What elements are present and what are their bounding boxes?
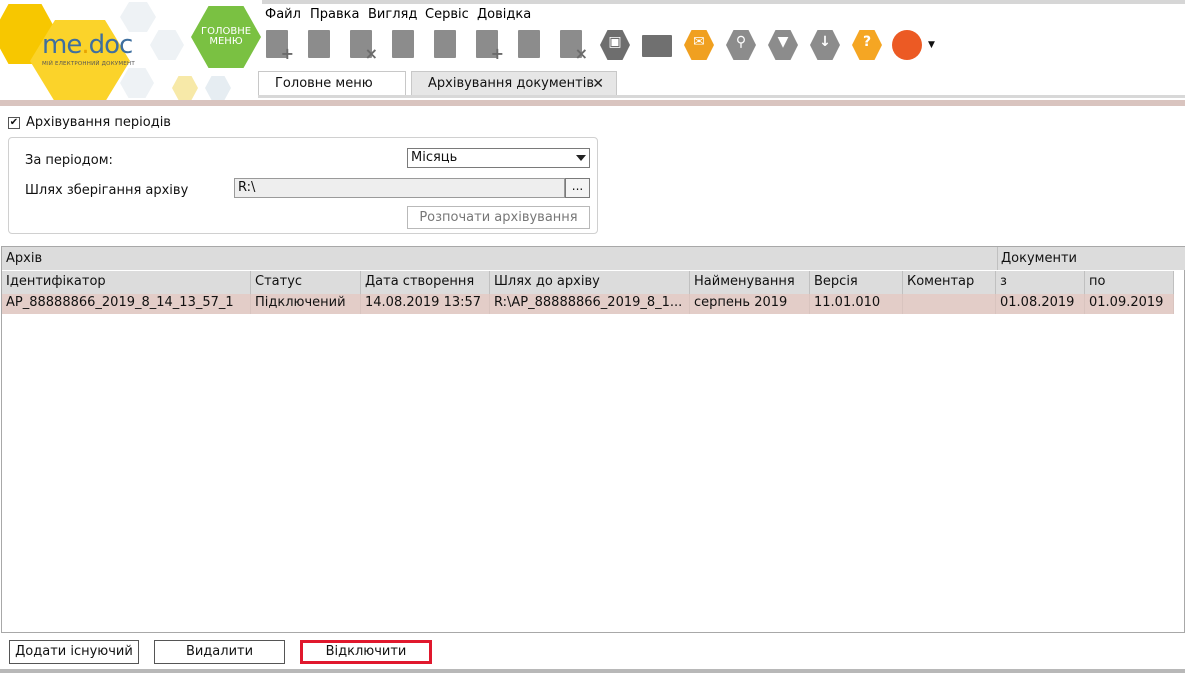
logo-me-text: me: [42, 30, 82, 60]
open-document-icon[interactable]: [304, 27, 338, 63]
delete-button[interactable]: Видалити: [154, 640, 285, 664]
cell-from[interactable]: 01.08.2019: [996, 294, 1085, 314]
menu-service[interactable]: Сервіс: [425, 7, 469, 22]
filter-icon[interactable]: ▼: [766, 27, 800, 63]
logo-hex-decor: [120, 2, 156, 32]
archive-periods-label: Архівування періодів: [26, 115, 171, 130]
menu-file[interactable]: Файл: [265, 7, 301, 22]
delete-document-icon[interactable]: ×: [346, 27, 380, 63]
add-existing-button[interactable]: Додати існуючий: [9, 640, 139, 664]
cell-id[interactable]: AP_88888866_2019_8_14_13_57_1: [2, 294, 251, 314]
column-header-path[interactable]: Шлях до архіву: [490, 271, 690, 294]
cell-created[interactable]: 14.08.2019 13:57: [361, 294, 490, 314]
cell-to[interactable]: 01.09.2019: [1085, 294, 1174, 314]
cell-version[interactable]: 11.01.010: [810, 294, 903, 314]
cell-name[interactable]: серпень 2019: [690, 294, 810, 314]
column-header-from[interactable]: з: [996, 271, 1085, 294]
browse-path-button[interactable]: ...: [565, 178, 590, 198]
cell-path[interactable]: R:\AP_88888866_2019_8_1...: [490, 294, 690, 314]
menubar-strip: [262, 0, 1185, 4]
archive-path-field[interactable]: R:\: [234, 178, 565, 198]
logo-hex-decor: [120, 68, 154, 98]
tab-main-menu[interactable]: Головне меню: [258, 71, 406, 96]
help-icon[interactable]: ?: [850, 27, 884, 63]
period-label: За періодом:: [25, 153, 113, 168]
chat-icon[interactable]: [890, 27, 924, 63]
menu-help[interactable]: Довідка: [477, 7, 531, 22]
new-document-icon[interactable]: +: [262, 27, 296, 63]
column-header-name[interactable]: Найменування: [690, 271, 810, 294]
chevron-down-icon[interactable]: [576, 155, 586, 161]
archive-periods-checkbox[interactable]: ✔: [8, 117, 20, 129]
column-header-status[interactable]: Статус: [251, 271, 361, 294]
column-header-comment[interactable]: Коментар: [903, 271, 996, 294]
bottom-divider: [0, 669, 1185, 673]
menu-view[interactable]: Вигляд: [368, 7, 417, 22]
logo-doc-text: doc: [88, 30, 134, 60]
edit-document-icon[interactable]: [430, 27, 464, 63]
cell-comment[interactable]: [903, 294, 996, 314]
tab-archiving-documents[interactable]: Архівування документів ✕: [411, 71, 617, 96]
disconnect-button[interactable]: Відключити: [300, 640, 432, 664]
copy-document-icon[interactable]: [388, 27, 422, 63]
group-header-archive: Архів: [6, 251, 43, 266]
send-mail-icon[interactable]: ✉: [682, 27, 716, 63]
print-icon[interactable]: [640, 27, 674, 63]
chat-dropdown-icon[interactable]: ▼: [928, 40, 935, 50]
logo-hex-decor: [172, 76, 198, 100]
column-header-to[interactable]: по: [1085, 271, 1174, 294]
add-row-icon[interactable]: +: [472, 27, 506, 63]
column-header-version[interactable]: Версія: [810, 271, 903, 294]
group-header-documents: Документи: [1001, 251, 1077, 266]
app-logo: me.doc: [42, 30, 134, 60]
menu-edit[interactable]: Правка: [310, 7, 359, 22]
logo-hex-decor: [150, 30, 184, 60]
find-document-icon[interactable]: [514, 27, 548, 63]
grid-group-header: Архів Документи: [2, 247, 1185, 270]
period-select-value: Місяць: [411, 150, 458, 165]
update-icon[interactable]: ↓: [808, 27, 842, 63]
tab-archiving-documents-label: Архівування документів: [428, 76, 595, 91]
start-archiving-button[interactable]: Розпочати архівування: [407, 206, 590, 229]
cell-status[interactable]: Підключений: [251, 294, 361, 314]
close-icon[interactable]: ✕: [592, 72, 604, 96]
period-select[interactable]: Місяць: [407, 148, 590, 168]
tab-underline: [258, 95, 1185, 98]
sign-key-icon[interactable]: ⚲: [724, 27, 758, 63]
logo-tagline: МІЙ ЕЛЕКТРОННИЙ ДОКУМЕНТ: [42, 61, 135, 67]
app-header: me.doc МІЙ ЕЛЕКТРОННИЙ ДОКУМЕНТ ГОЛОВНЕ …: [0, 0, 1185, 102]
header-divider: [0, 100, 1185, 106]
archive-path-label: Шлях зберігання архіву: [25, 183, 189, 198]
main-menu-label[interactable]: ГОЛОВНЕ МЕНЮ: [191, 27, 261, 47]
column-header-created[interactable]: Дата створення: [361, 271, 490, 294]
column-header-id[interactable]: Ідентифікатор: [2, 271, 251, 294]
logo-hex-decor: [205, 76, 231, 100]
main-menu-label-line2: МЕНЮ: [209, 36, 243, 47]
remove-row-icon[interactable]: ×: [556, 27, 590, 63]
tab-main-menu-label: Головне меню: [275, 76, 373, 91]
group-divider: [997, 247, 998, 270]
save-icon[interactable]: ▣: [598, 27, 632, 63]
